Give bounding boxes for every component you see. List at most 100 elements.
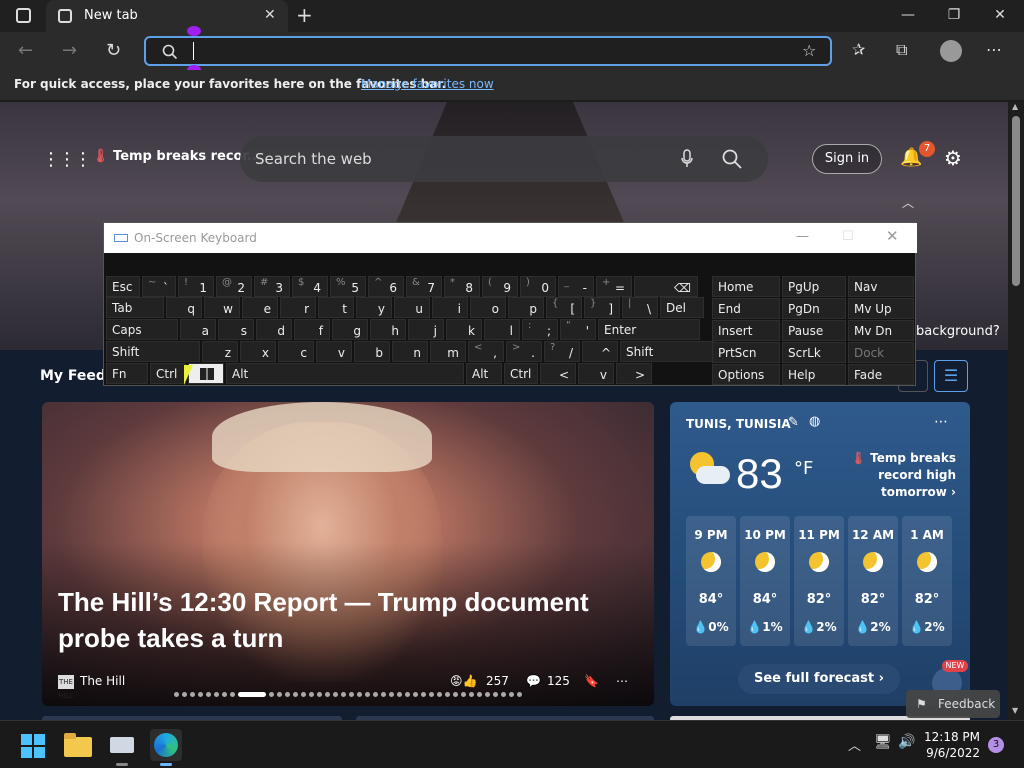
key-b[interactable]: b <box>354 341 390 362</box>
volume-icon[interactable]: 🔊 <box>898 734 915 750</box>
caret-handle-top[interactable] <box>187 26 201 36</box>
add-favorite-icon[interactable]: ☆ <box>802 41 816 60</box>
key-[interactable]: $4 <box>292 276 328 297</box>
key-ctrl[interactable]: Ctrl <box>504 363 538 384</box>
globe-icon[interactable]: ◍ <box>809 414 820 429</box>
key-m[interactable]: m <box>430 341 466 362</box>
key-ctrl[interactable]: Ctrl <box>150 363 186 384</box>
key-fn[interactable]: Fn <box>106 363 148 384</box>
forward-button[interactable]: → <box>62 40 77 61</box>
search-icon[interactable] <box>722 149 742 169</box>
collections-icon[interactable]: ⧉ <box>896 40 907 60</box>
key-esc[interactable]: Esc <box>106 276 140 297</box>
key-u[interactable]: u <box>394 297 430 318</box>
key-[interactable]: _ - <box>558 276 594 297</box>
key-y[interactable]: y <box>356 297 392 318</box>
key-insert[interactable]: Insert <box>712 320 780 341</box>
file-explorer-icon[interactable] <box>62 729 94 761</box>
key-v[interactable]: v <box>316 341 352 362</box>
osk-close-button[interactable]: ✕ <box>886 227 899 245</box>
settings-gear-icon[interactable]: ⚙ <box>944 146 962 170</box>
key-[interactable]: ~ ` <box>142 276 176 297</box>
hourly-forecast-item[interactable]: 12 AM 82° 💧2% <box>848 516 898 646</box>
osk-title-bar[interactable]: On-Screen Keyboard — ☐ ✕ <box>104 223 917 253</box>
key-[interactable]: ! 1 <box>178 276 214 297</box>
key-h[interactable]: h <box>370 319 406 340</box>
list-view-button[interactable]: ☰ <box>934 360 968 392</box>
network-icon[interactable]: 🖥 <box>874 734 892 750</box>
more-options-icon[interactable]: ⋯ <box>986 40 1002 59</box>
key-nav[interactable]: Nav <box>848 276 914 297</box>
key-o[interactable]: o <box>470 297 506 318</box>
key-alt[interactable]: Alt <box>466 363 502 384</box>
key-mvdn[interactable]: Mv Dn <box>848 320 914 341</box>
key-pause[interactable]: Pause <box>782 320 846 341</box>
address-bar[interactable]: ☆ <box>144 26 832 75</box>
key-f[interactable]: f <box>294 319 330 340</box>
key-[interactable]: #3 <box>254 276 290 297</box>
notification-center-badge[interactable]: 3 <box>988 737 1004 753</box>
key-q[interactable]: q <box>166 297 202 318</box>
manage-favorites-link[interactable]: Manage favorites now <box>361 77 494 91</box>
weather-card[interactable]: TUNIS, TUNISIA ✎ ◍ ⋯ 83 °F 🌡 Temp breaks… <box>670 402 970 706</box>
key-[interactable]: ⌫ <box>634 276 698 297</box>
key-c[interactable]: c <box>278 341 314 362</box>
hourly-forecast-item[interactable]: 11 PM 82° 💧2% <box>794 516 844 646</box>
key-[interactable]: <, <box>468 341 504 362</box>
show-hidden-icons-chevron[interactable]: ︿ <box>848 735 861 754</box>
key-d[interactable]: d <box>256 319 292 340</box>
scroll-down-arrow[interactable]: ▼ <box>1012 706 1018 715</box>
key-l[interactable]: l <box>484 319 520 340</box>
key-z[interactable]: z <box>202 341 238 362</box>
start-button[interactable] <box>18 729 50 761</box>
key-j[interactable]: j <box>408 319 444 340</box>
key-t[interactable]: t <box>318 297 354 318</box>
my-feed-tab[interactable]: My Feed <box>40 368 106 384</box>
key-tab[interactable]: Tab <box>106 297 164 318</box>
key-mvup[interactable]: Mv Up <box>848 298 914 319</box>
key-[interactable]: + = <box>596 276 632 297</box>
key-e[interactable]: e <box>242 297 278 318</box>
hourly-forecast-item[interactable]: 1 AM 82° 💧2% <box>902 516 952 646</box>
key-caps[interactable]: Caps <box>106 319 178 340</box>
web-search-box[interactable]: Search the web <box>240 136 768 182</box>
clock[interactable]: 12:18 PM 9/6/2022 <box>924 729 980 761</box>
page-scrollbar[interactable]: ▲ ▼ <box>1008 102 1024 720</box>
key-end[interactable]: End <box>712 298 780 319</box>
bookmark-icon[interactable]: 🔖 <box>584 674 599 688</box>
reactions-icon[interactable]: 😡👍 <box>450 674 477 688</box>
key-[interactable]: :; <box>522 319 558 340</box>
weather-location[interactable]: TUNIS, TUNISIA <box>686 417 791 431</box>
key-[interactable]: < <box>540 363 576 384</box>
key-help[interactable]: Help <box>782 364 846 385</box>
see-full-forecast-button[interactable]: See full forecast › <box>738 664 900 694</box>
apps-grid-icon[interactable]: ⋮⋮⋮ <box>42 149 92 170</box>
collapse-chevron-icon[interactable]: ︿ <box>902 194 914 211</box>
key-shift[interactable]: Shift <box>620 341 714 362</box>
more-icon[interactable]: ⋯ <box>616 674 628 688</box>
refresh-button[interactable]: ↻ <box>106 40 121 61</box>
key-[interactable]: (9 <box>482 276 518 297</box>
key-scrlk[interactable]: ScrLk <box>782 342 846 363</box>
key-[interactable]: % 5 <box>330 276 366 297</box>
hourly-forecast-item[interactable]: 9 PM 84° 💧0% <box>686 516 736 646</box>
key-p[interactable]: p <box>508 297 544 318</box>
key-x[interactable]: x <box>240 341 276 362</box>
key-a[interactable]: a <box>180 319 216 340</box>
tab-new-tab[interactable]: New tab ✕ <box>46 0 288 32</box>
on-screen-keyboard[interactable]: On-Screen Keyboard — ☐ ✕ Esc ~ `! 1 @2 #3 $4% 5… <box>103 222 917 386</box>
close-window-button[interactable]: ✕ <box>990 7 1010 23</box>
hourly-forecast-item[interactable]: 10 PM 84° 💧1% <box>740 516 790 646</box>
key-[interactable]: > <box>616 363 652 384</box>
key-[interactable]: ? / <box>544 341 580 362</box>
key-options[interactable]: Options <box>712 364 780 385</box>
key-i[interactable]: i <box>432 297 468 318</box>
key-v[interactable]: v <box>578 363 614 384</box>
key-[interactable]: | \ <box>622 297 658 318</box>
key-s[interactable]: s <box>218 319 254 340</box>
back-button[interactable]: ← <box>18 40 33 61</box>
news-source[interactable]: THE HILL The Hill <box>58 674 125 700</box>
edit-location-icon[interactable]: ✎ <box>788 415 799 430</box>
key-[interactable]: & 7 <box>406 276 442 297</box>
favorites-icon[interactable]: ✰ <box>852 40 865 59</box>
